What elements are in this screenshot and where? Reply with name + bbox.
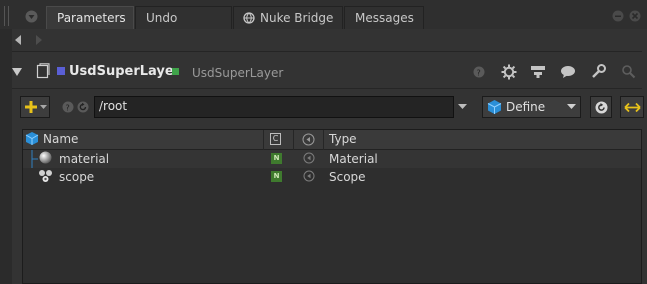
row-name: material	[59, 152, 110, 166]
tab-nuke-bridge[interactable]: Nuke Bridge	[233, 6, 343, 29]
visibility-icon[interactable]	[303, 170, 315, 182]
column-header-name[interactable]: Name	[43, 132, 78, 146]
comment-icon[interactable]	[560, 65, 576, 79]
row-badge[interactable]: N	[271, 153, 282, 164]
row-type: Material	[329, 152, 378, 166]
add-icon	[24, 100, 38, 114]
divider	[12, 51, 642, 52]
tab-label: Messages	[355, 11, 414, 25]
node-class-label: UsdSuperLayer	[192, 66, 284, 80]
node-title[interactable]: UsdSuperLaye	[69, 64, 174, 79]
chevron-down-icon	[567, 104, 576, 110]
search-icon[interactable]	[621, 64, 636, 79]
help-icon[interactable]: ?	[62, 101, 74, 113]
add-button[interactable]	[20, 96, 50, 118]
reset-icon[interactable]	[77, 101, 89, 113]
node-graph-icon[interactable]	[530, 65, 546, 79]
tab-label: Nuke Bridge	[260, 11, 334, 25]
svg-text:?: ?	[477, 69, 481, 78]
row-type: Scope	[329, 170, 366, 184]
svg-text:?: ?	[66, 104, 70, 113]
path-input[interactable]	[94, 96, 454, 118]
forward-icon[interactable]	[33, 33, 45, 47]
sphere-icon	[39, 151, 52, 164]
refresh-icon	[595, 101, 608, 114]
swap-button[interactable]	[620, 96, 644, 118]
globe-icon	[243, 12, 255, 24]
minimize-icon[interactable]	[612, 10, 624, 22]
row-badge[interactable]: N	[271, 171, 282, 182]
node-color-swatch	[57, 67, 65, 75]
path-input-value: /root	[99, 99, 128, 113]
close-icon[interactable]	[629, 10, 641, 22]
collapse-arrow-icon[interactable]	[11, 66, 23, 78]
row-name: scope	[59, 170, 95, 184]
refresh-button[interactable]	[590, 96, 612, 118]
tab-parameters[interactable]: Parameters	[46, 6, 134, 29]
status-indicator	[172, 68, 179, 75]
swap-icon	[624, 102, 641, 113]
mode-select-value: Define	[506, 100, 546, 114]
path-dropdown-icon[interactable]	[458, 104, 467, 110]
panel-grip[interactable]	[3, 6, 11, 26]
tab-label: Parameters	[57, 11, 126, 25]
panel-menu-icon[interactable]	[25, 10, 38, 23]
usd-cube-icon	[487, 99, 502, 115]
node-icon	[36, 63, 50, 79]
back-icon[interactable]	[12, 33, 24, 47]
column-header-type[interactable]: Type	[329, 132, 357, 146]
column-header-c[interactable]: C	[270, 133, 281, 145]
visibility-icon[interactable]	[303, 152, 315, 164]
divider	[12, 88, 642, 89]
chevron-down-icon	[40, 105, 47, 110]
help-icon[interactable]: ?	[473, 66, 485, 78]
usd-cube-icon	[25, 131, 39, 146]
column-header-visibility-icon[interactable]	[302, 133, 315, 146]
gear-icon[interactable]	[501, 64, 517, 80]
tab-undo-history[interactable]: Undo History	[135, 6, 232, 48]
wrench-icon[interactable]	[591, 64, 606, 79]
scope-icon	[38, 169, 53, 183]
tab-messages[interactable]: Messages	[344, 6, 424, 29]
